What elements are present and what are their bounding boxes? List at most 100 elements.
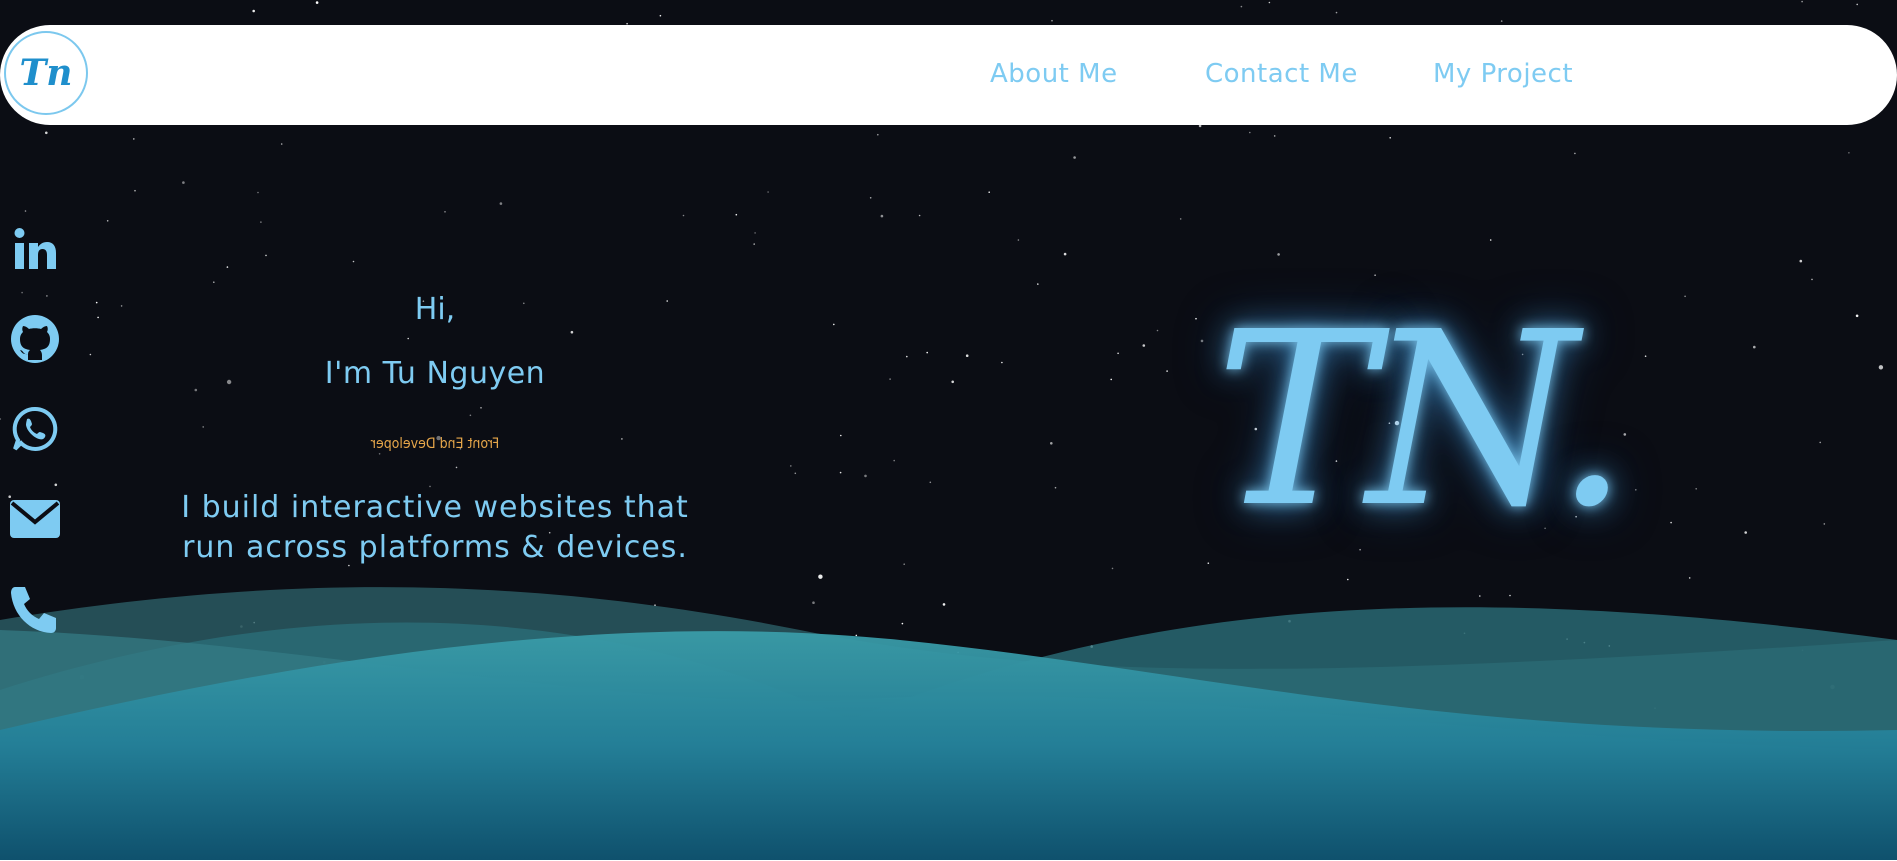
star <box>1179 218 1182 220</box>
star <box>903 563 905 565</box>
star <box>134 189 136 192</box>
star <box>407 337 410 340</box>
star <box>1073 156 1076 159</box>
star <box>767 191 769 193</box>
star <box>252 9 255 13</box>
star <box>1855 314 1859 318</box>
star <box>840 434 842 437</box>
star <box>682 214 685 217</box>
star <box>790 465 792 467</box>
star <box>839 471 842 474</box>
star <box>1142 344 1146 347</box>
star <box>194 388 198 392</box>
star <box>1200 339 1204 343</box>
star <box>469 414 472 417</box>
star <box>1207 562 1210 564</box>
star <box>877 133 879 136</box>
tagline-text: I build interactive websites that run ac… <box>181 490 689 565</box>
star <box>864 474 867 478</box>
star <box>1644 355 1647 358</box>
star <box>21 291 23 294</box>
star <box>1489 239 1492 241</box>
star <box>1249 131 1251 134</box>
star <box>794 472 797 475</box>
star <box>666 300 668 302</box>
star <box>1623 433 1627 436</box>
star <box>1684 295 1686 298</box>
star <box>24 210 27 212</box>
navbar: Tn About Me Contact Me My Project <box>0 25 1897 125</box>
star <box>1801 0 1803 3</box>
star <box>202 426 204 428</box>
star <box>889 378 891 380</box>
star <box>951 380 954 384</box>
star <box>1117 352 1119 355</box>
linkedin-icon[interactable] <box>8 222 62 276</box>
star <box>893 459 895 462</box>
star <box>754 232 756 234</box>
star <box>260 221 262 223</box>
star <box>257 191 259 194</box>
greeting-text: Hi, <box>414 292 456 327</box>
star <box>1111 567 1114 570</box>
star <box>315 1 319 4</box>
whatsapp-icon[interactable] <box>8 402 62 456</box>
star <box>1688 577 1691 579</box>
name-heading: I'm Tu Nguyen <box>324 356 546 391</box>
star <box>95 301 98 304</box>
logo[interactable]: Tn <box>4 31 88 115</box>
star <box>1823 523 1826 525</box>
star <box>133 138 135 140</box>
hero-section: Tn About Me Contact Me My Project Hi, I'… <box>0 0 1897 860</box>
star <box>120 305 123 307</box>
star <box>213 281 215 284</box>
star <box>965 354 969 358</box>
star <box>280 143 283 145</box>
star <box>1878 365 1884 370</box>
star <box>378 453 381 455</box>
star <box>499 202 503 205</box>
star <box>1819 441 1821 444</box>
wave-decoration <box>0 587 1897 860</box>
star <box>1195 317 1197 320</box>
star <box>1753 345 1756 349</box>
star <box>429 485 431 488</box>
phone-icon[interactable] <box>8 582 62 636</box>
github-icon[interactable] <box>8 312 62 366</box>
star <box>1001 361 1003 364</box>
star <box>1166 370 1168 372</box>
star <box>1389 137 1391 139</box>
star <box>1037 283 1039 285</box>
star <box>621 438 623 440</box>
star <box>880 214 884 218</box>
star <box>226 379 232 385</box>
star <box>1054 486 1057 489</box>
nav-link-my-project[interactable]: My Project <box>1433 59 1573 89</box>
star <box>444 211 446 213</box>
star <box>926 351 928 354</box>
star <box>1050 442 1053 445</box>
star <box>1799 259 1803 263</box>
star <box>352 260 355 263</box>
star <box>833 323 835 326</box>
star <box>1856 3 1858 6</box>
star <box>570 330 574 334</box>
star <box>455 466 458 469</box>
star <box>54 483 58 487</box>
star <box>1268 1 1271 4</box>
star <box>1335 11 1338 14</box>
nav-link-about-me[interactable]: About Me <box>990 59 1118 89</box>
star <box>1240 5 1243 8</box>
star <box>1744 531 1747 534</box>
star <box>1635 489 1637 491</box>
email-icon[interactable] <box>8 492 62 546</box>
star <box>1110 378 1112 381</box>
star <box>753 243 755 245</box>
star <box>818 574 823 579</box>
nav-link-contact-me[interactable]: Contact Me <box>1205 59 1358 89</box>
monogram-logo: TN. <box>1215 280 1630 560</box>
star <box>1051 19 1053 22</box>
star <box>97 316 99 319</box>
star <box>929 481 932 484</box>
star <box>1156 329 1159 332</box>
